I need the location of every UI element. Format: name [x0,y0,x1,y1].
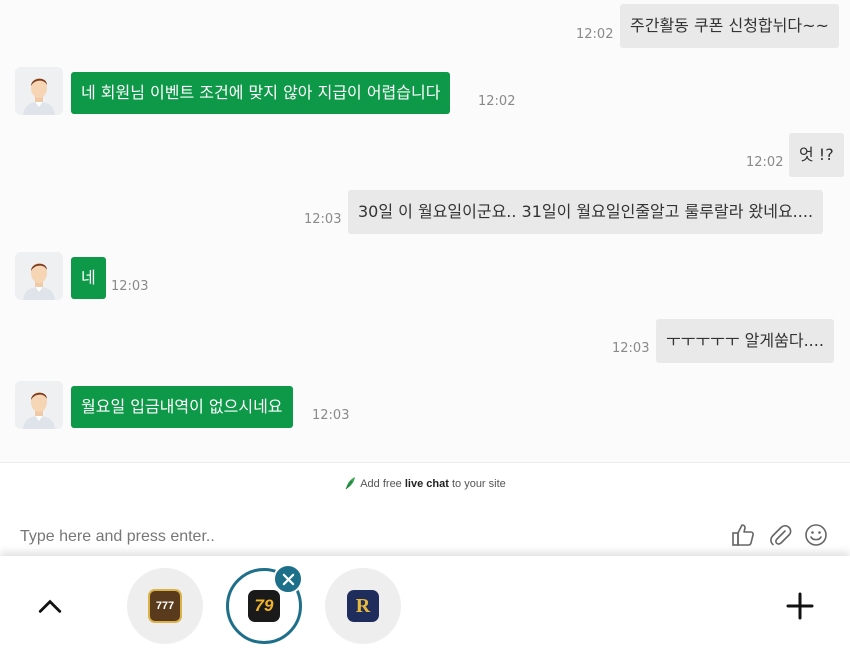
branding-suffix: to your site [451,478,506,490]
visitor-message: 엇 !? [789,133,844,177]
divider [0,462,850,463]
agent-avatar [15,381,63,429]
paperclip-icon[interactable] [767,522,793,548]
agent-message: 네 회원님 이벤트 조건에 맞지 않아 지급이 어렵습니다 [71,72,451,114]
leaf-icon [345,477,356,490]
chevron-up-icon[interactable] [30,590,70,622]
message-time: 12:02 [576,27,614,42]
close-icon[interactable] [273,564,303,594]
agent-avatar [15,252,63,300]
branding-link[interactable]: Add free live chat to your site [0,476,850,490]
branding-bold: live chat [404,478,449,490]
app-shortcut-r[interactable]: R [325,568,401,644]
message-time: 12:02 [746,155,784,170]
app-r-icon: R [347,590,379,622]
slot-machine-icon: 777 [148,589,182,623]
message-time: 12:02 [478,94,516,109]
message-time: 12:03 [111,279,149,294]
message-input[interactable] [20,524,700,550]
app-shortcut-slots[interactable]: 777 [127,568,203,644]
smiley-icon[interactable] [803,522,829,548]
message-time: 12:03 [312,408,350,423]
app-tray: 777 79 R [0,556,850,655]
message-time: 12:03 [612,341,650,356]
plus-icon[interactable] [780,588,820,624]
visitor-message: ㅜㅜㅜㅜㅜ 알게쑴다.... [656,319,834,363]
agent-message: 월요일 입금내역이 없으시네요 [71,386,293,428]
visitor-message: 주간활동 쿠폰 신청합뉘다~~ [620,4,839,48]
composer [0,516,850,556]
agent-avatar-icon [15,252,63,300]
app-label: 777 [155,600,175,612]
branding-prefix: Add free [360,478,402,490]
visitor-message: 30일 이 월요일이군요.. 31일이 월요일인줄알고 룰루랄라 왔네요.... [348,190,824,234]
app-79-icon: 79 [248,590,280,622]
app-label: 79 [254,596,274,615]
message-time: 12:03 [304,212,342,227]
chat-transcript: 12:02 주간활동 쿠폰 신청합뉘다~~ 네 회원님 이벤트 조건에 맞지 않… [0,0,850,462]
agent-avatar-icon [15,381,63,429]
thumbs-up-icon[interactable] [730,522,756,548]
agent-avatar [15,67,63,115]
app-label: R [355,594,371,617]
agent-message: 네 [71,257,106,299]
agent-avatar-icon [15,67,63,115]
